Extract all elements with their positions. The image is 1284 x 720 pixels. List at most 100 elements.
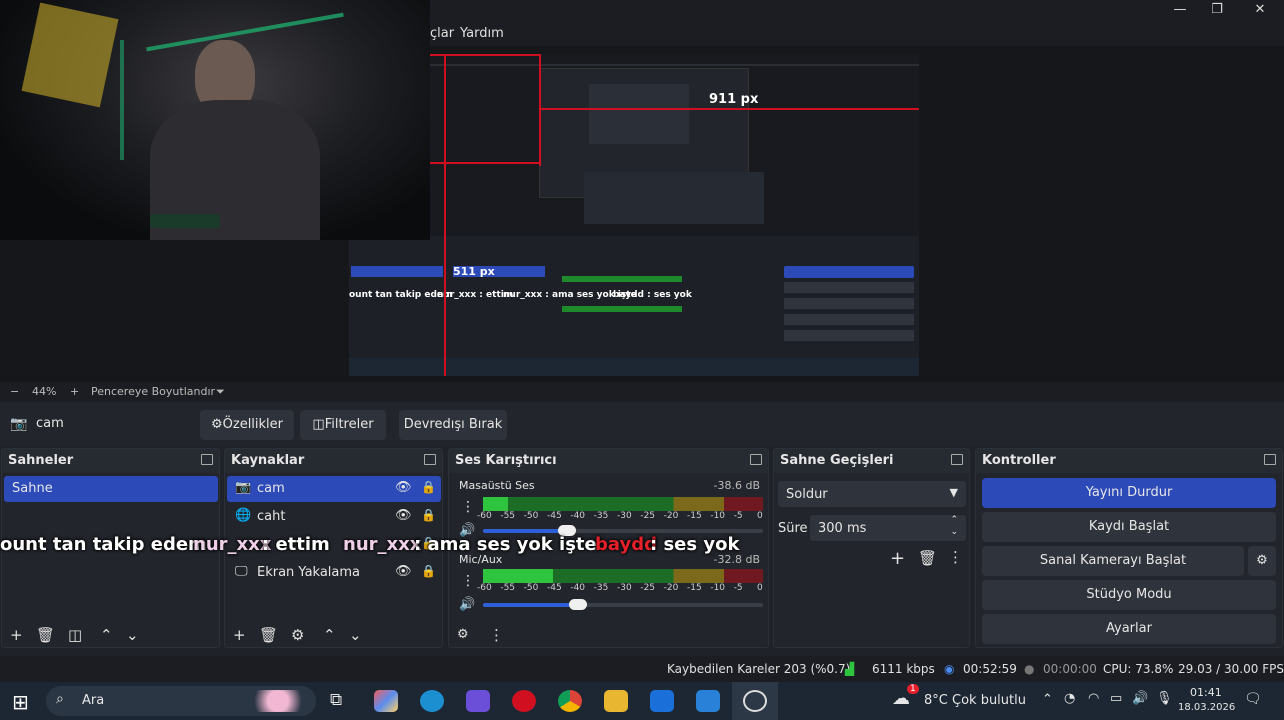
start-virtual-camera-button[interactable]: Sanal Kamerayı Başlat <box>982 546 1244 576</box>
add-icon[interactable]: + <box>233 626 246 644</box>
microphone-icon[interactable]: 🎙 <box>1156 691 1173 706</box>
virtual-camera-settings-button[interactable]: ⚙ <box>1248 546 1276 576</box>
opera-icon[interactable] <box>512 690 536 712</box>
scene-item-sahne[interactable]: Sahne <box>4 476 218 502</box>
gear-icon[interactable]: ⚙ <box>457 627 469 642</box>
spin-up-icon[interactable]: ⌃ <box>950 515 958 525</box>
kebab-menu-icon[interactable]: ⋮ <box>948 548 963 566</box>
lock-icon[interactable]: 🔒 <box>421 508 436 522</box>
stop-streaming-button[interactable]: Yayını Durdur <box>982 478 1276 508</box>
weather-badge: 1 <box>907 684 919 694</box>
spin-down-icon[interactable]: ⌄ <box>950 527 958 537</box>
move-up-icon[interactable]: ⌃ <box>100 626 113 644</box>
windows-start-icon[interactable]: ⊞ <box>12 690 29 714</box>
clock-date[interactable]: 18.03.2026 <box>1178 702 1235 713</box>
deactivate-button[interactable]: Devredışı Bırak <box>399 410 507 440</box>
gear-icon[interactable]: ⚙ <box>291 626 304 644</box>
transition-select[interactable]: Soldur ▼ <box>778 481 966 507</box>
outlook-icon[interactable] <box>696 690 720 712</box>
filter-icon: ◫ <box>312 417 325 432</box>
zoom-out-button[interactable]: − <box>10 385 19 398</box>
float-icon[interactable] <box>1264 454 1276 465</box>
wifi-icon[interactable]: ◠ <box>1088 691 1099 706</box>
add-icon[interactable]: + <box>10 626 23 644</box>
meter-tick-label: -60 <box>477 583 492 593</box>
duration-spinbox[interactable]: 300 ms ⌃ ⌄ <box>810 515 966 541</box>
properties-button[interactable]: ⚙Özellikler <box>200 410 294 440</box>
close-button[interactable]: ✕ <box>1240 2 1280 20</box>
lock-icon[interactable]: 🔒 <box>421 480 436 494</box>
chat-username: nur_xxx <box>193 534 272 555</box>
move-down-icon[interactable]: ⌄ <box>126 626 139 644</box>
menu-help[interactable]: Yardım <box>460 26 504 41</box>
move-up-icon[interactable]: ⌃ <box>323 626 336 644</box>
float-icon[interactable] <box>951 454 963 465</box>
add-icon[interactable]: + <box>890 548 905 569</box>
trash-icon[interactable]: 🗑 <box>918 549 937 567</box>
sources-title: Kaynaklar <box>225 449 442 473</box>
source-item-cam[interactable]: 📷 cam 👁 🔒 <box>227 476 441 502</box>
move-down-icon[interactable]: ⌄ <box>349 626 362 644</box>
kebab-menu-icon[interactable]: ⋮ <box>461 499 475 515</box>
eye-icon[interactable]: 👁 <box>395 564 412 579</box>
meter-tick-label: -20 <box>663 511 679 521</box>
channel-name: Masaüstü Ses <box>459 479 535 492</box>
trash-icon[interactable]: 🗑 <box>36 626 55 644</box>
preview-canvas[interactable]: 911 px 511 px ount tan takip edem nur_xx… <box>349 54 919 376</box>
zoom-dropdown-icon[interactable]: ⏷ <box>216 385 225 399</box>
chat-line-1: ount tan takip edem <box>0 534 207 555</box>
meet-icon[interactable]: ◔ <box>1064 691 1075 706</box>
edge-icon[interactable] <box>420 690 444 712</box>
weather-desc[interactable]: Çok bulutlu <box>952 693 1026 708</box>
meter-scale: -60 -55 -50 -45 -40 -35 -30 -25 -20 -15 -10 -5 0 <box>477 583 763 595</box>
notification-icon[interactable]: 🗨 <box>1244 691 1262 707</box>
volume-icon[interactable]: 🔊 <box>1132 691 1148 706</box>
task-view-icon[interactable]: ⧉ <box>330 690 342 710</box>
meter-tick-label: -55 <box>500 583 516 593</box>
minimize-button[interactable]: — <box>1160 2 1200 20</box>
fit-to-window[interactable]: Pencereye Boyutlandır <box>91 385 215 398</box>
float-icon[interactable] <box>750 454 762 465</box>
file-explorer-icon[interactable] <box>604 690 628 712</box>
trash-icon[interactable]: 🗑 <box>259 626 278 644</box>
copilot-icon[interactable] <box>374 690 398 712</box>
source-label: caht <box>257 509 286 524</box>
battery-icon[interactable]: ▭ <box>1110 691 1122 706</box>
taskbar-search[interactable]: ⌕ Ara <box>46 686 316 716</box>
start-recording-button[interactable]: Kaydı Başlat <box>982 512 1276 542</box>
eye-icon[interactable]: 👁 <box>395 508 412 523</box>
meter-tick-label: -10 <box>710 511 726 521</box>
meter-tick-label: -35 <box>593 511 609 521</box>
settings-button[interactable]: Ayarlar <box>982 614 1276 644</box>
weather-temp[interactable]: 8°C <box>924 693 948 708</box>
zoom-in-button[interactable]: + <box>70 385 79 398</box>
float-icon[interactable] <box>424 454 436 465</box>
float-icon[interactable] <box>201 454 213 465</box>
chevron-up-icon[interactable]: ⌃ <box>1042 692 1053 707</box>
source-item-caht[interactable]: 🌐 caht 👁 🔒 <box>227 504 441 530</box>
menu-tools[interactable]: çlar <box>430 26 454 41</box>
restore-button[interactable]: ❐ <box>1197 2 1237 20</box>
kebab-menu-icon[interactable]: ⋮ <box>489 626 504 644</box>
m365-icon[interactable] <box>466 690 490 712</box>
eye-icon[interactable]: 👁 <box>395 480 412 495</box>
chrome-icon[interactable] <box>558 690 582 712</box>
filters-button[interactable]: ◫Filtreler <box>300 410 386 440</box>
volume-slider-handle[interactable] <box>569 599 588 610</box>
duration-value: 300 ms <box>818 521 867 536</box>
chat-message: : ettim <box>262 534 330 555</box>
monitor-icon: 🖵 <box>235 564 248 579</box>
filter-icon[interactable]: ◫ <box>68 626 82 644</box>
obs-taskbar-item[interactable] <box>732 682 778 720</box>
obs-icon <box>743 690 767 712</box>
studio-mode-button[interactable]: Stüdyo Modu <box>982 580 1276 610</box>
volume-slider[interactable] <box>483 525 763 536</box>
clock-time[interactable]: 01:41 <box>1190 686 1222 699</box>
kebab-menu-icon[interactable]: ⋮ <box>461 573 475 589</box>
red-guide-v2 <box>539 54 541 166</box>
lock-icon[interactable]: 🔒 <box>421 564 436 578</box>
volume-slider[interactable] <box>483 599 763 610</box>
source-item-screen[interactable]: 🖵 Ekran Yakalama 👁 🔒 <box>227 560 441 586</box>
editor-app-icon[interactable] <box>650 690 674 712</box>
speaker-icon[interactable]: 🔊 <box>459 597 475 612</box>
